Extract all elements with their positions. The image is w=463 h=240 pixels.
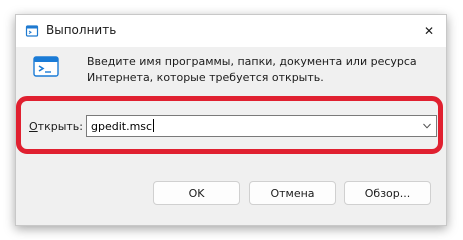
highlight-frame [16,96,443,154]
window-title: Выполнить [46,23,117,37]
title-bar: Выполнить ✕ [16,15,446,47]
cancel-button[interactable]: Отмена [249,181,336,205]
close-icon: ✕ [423,24,435,38]
ok-button[interactable]: OK [153,181,240,205]
browse-button[interactable]: Обзор... [344,181,431,205]
description-text: Введите имя программы, папки, документа … [87,55,417,84]
close-button[interactable]: ✕ [412,15,446,47]
run-icon [25,25,39,37]
run-program-icon [33,56,59,77]
